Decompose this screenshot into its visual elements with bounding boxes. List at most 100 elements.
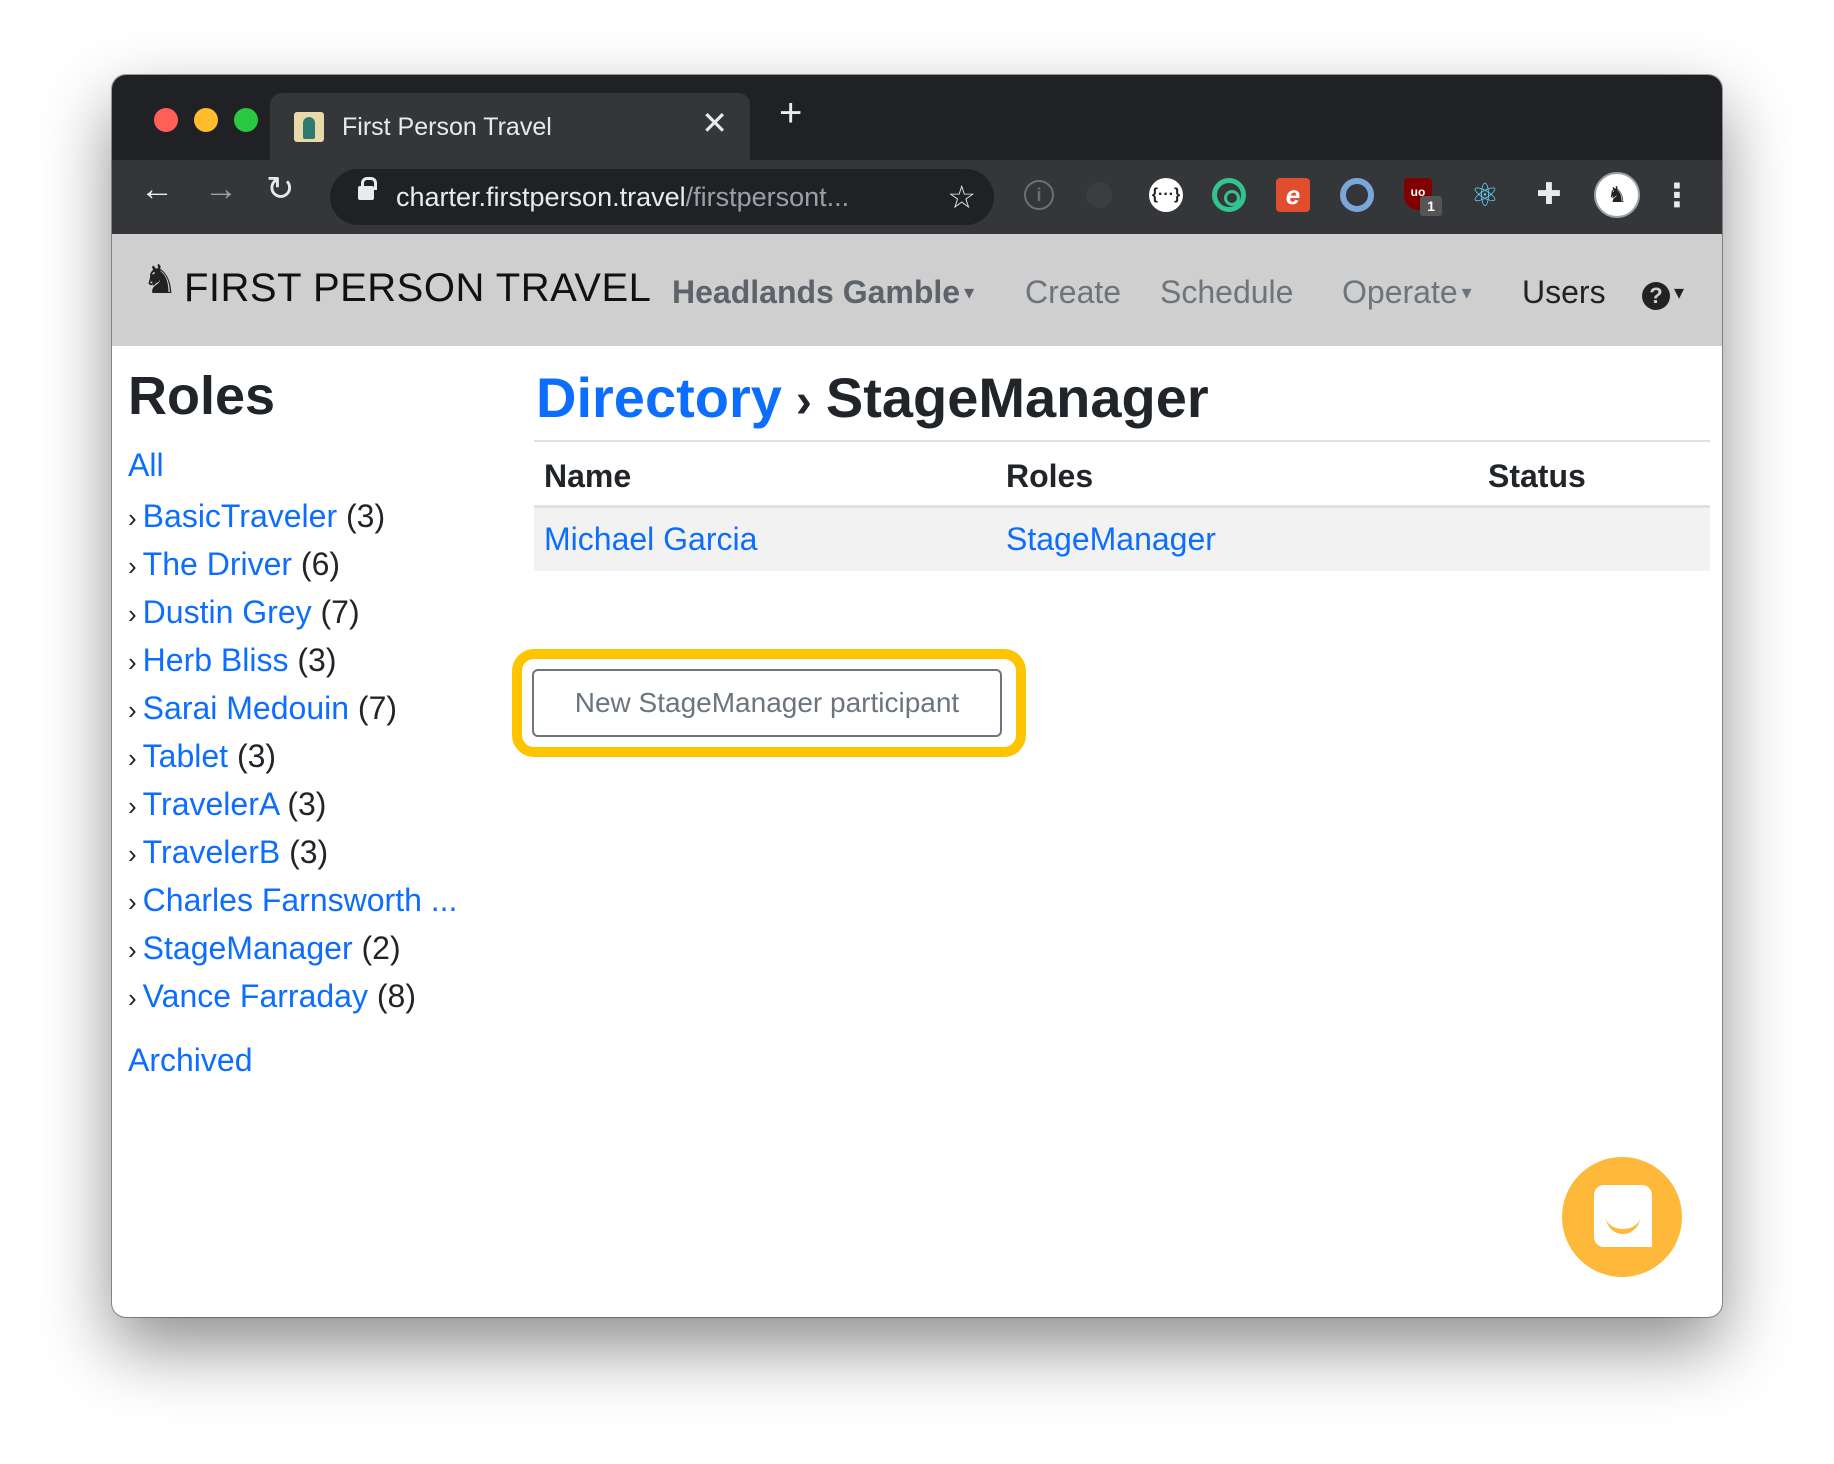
chevron-right-icon: › <box>128 599 137 629</box>
nav-schedule[interactable]: Schedule <box>1160 274 1293 311</box>
role-link[interactable]: Dustin Grey <box>143 594 312 630</box>
puzzle-extensions-icon[interactable]: ✚ <box>1532 178 1566 212</box>
tab-close-icon[interactable]: ✕ <box>701 107 728 139</box>
roles-heading: Roles <box>128 366 276 426</box>
role-item: › Sarai Medouin (7) <box>128 684 508 732</box>
chevron-right-icon: › <box>128 743 137 773</box>
participant-name-link[interactable]: Michael Garcia <box>544 521 757 557</box>
e-extension-icon[interactable]: e <box>1276 178 1310 212</box>
site-navbar: ♞ FIRST PERSON TRAVEL Headlands Gamble ▾ … <box>112 234 1722 346</box>
participant-roles-cell: StageManager <box>996 506 1478 571</box>
minimize-window-button[interactable] <box>194 108 218 132</box>
reload-icon[interactable]: ↻ <box>266 172 295 206</box>
role-link[interactable]: TravelerB <box>143 834 281 870</box>
participant-name-cell: Michael Garcia <box>534 506 996 571</box>
browser-toolbar: ← → ↻ charter.firstperson.travel/firstpe… <box>112 160 1722 234</box>
url-text[interactable]: charter.firstperson.travel/firstpersont.… <box>396 182 849 213</box>
role-count: (6) <box>300 546 341 582</box>
ublock-badge: 1 <box>1420 196 1442 216</box>
zoom-window-button[interactable] <box>234 108 258 132</box>
nav-create[interactable]: Create <box>1025 274 1121 311</box>
role-count: (3) <box>236 738 277 774</box>
help-dropdown[interactable]: ? ▾ <box>1642 274 1684 311</box>
project-dropdown[interactable]: Headlands Gamble ▾ <box>672 274 974 311</box>
role-count: (3) <box>289 834 329 870</box>
chevron-right-icon: › <box>128 791 137 821</box>
role-item: › BasicTraveler (3) <box>128 492 508 540</box>
table-header-row: Name Roles Status <box>534 442 1710 508</box>
sidebar-item-archived[interactable]: Archived <box>128 1042 508 1079</box>
nav-operate-dropdown[interactable]: Operate ▾ <box>1342 274 1472 311</box>
back-arrow-icon[interactable]: ← <box>140 172 174 206</box>
role-link[interactable]: StageManager <box>143 930 353 966</box>
breadcrumb-current: StageManager <box>825 366 1209 429</box>
url-host: charter.firstperson.travel <box>396 182 686 212</box>
participant-role-link[interactable]: StageManager <box>1006 521 1216 557</box>
close-window-button[interactable] <box>154 108 178 132</box>
lock-icon[interactable] <box>358 177 377 200</box>
braces-extension-icon[interactable]: {···} <box>1149 178 1183 212</box>
chat-icon <box>1594 1185 1652 1247</box>
nav-users[interactable]: Users <box>1522 274 1606 311</box>
url-path: /firstpersont... <box>685 182 850 212</box>
react-devtools-icon[interactable]: ⚛ <box>1468 178 1502 212</box>
role-link[interactable]: Herb Bliss <box>143 642 289 678</box>
role-count: (7) <box>357 690 398 726</box>
role-link[interactable]: Tablet <box>143 738 228 774</box>
bookmark-star-icon[interactable]: ☆ <box>947 178 976 216</box>
role-link[interactable]: Sarai Medouin <box>143 690 349 726</box>
participants-table: Name Roles Status Michael Garcia StageMa… <box>534 442 1710 571</box>
roles-sidebar: Roles All › BasicTraveler (3) › The Driver… <box>128 365 508 1079</box>
help-icon: ? <box>1642 282 1670 310</box>
page-title: Directory › StageManager <box>534 365 1710 442</box>
chevron-right-icon: › <box>128 839 137 869</box>
profile-avatar-icon[interactable]: ♞ <box>1594 172 1640 218</box>
breadcrumb-separator: › <box>795 375 812 428</box>
browser-tab[interactable]: First Person Travel ✕ <box>270 93 750 160</box>
info-icon[interactable]: i <box>1024 180 1054 210</box>
chevron-right-icon: › <box>128 983 137 1013</box>
nav-operate-label: Operate <box>1342 274 1458 310</box>
ublock-shield-icon[interactable]: uo 1 <box>1404 178 1442 216</box>
role-link[interactable]: BasicTraveler <box>143 498 337 534</box>
directory-main: Directory › StageManager Name Roles Status… <box>512 365 1710 757</box>
role-item: › TravelerB (3) <box>128 828 508 876</box>
address-bar[interactable]: charter.firstperson.travel/firstpersont.… <box>330 169 994 225</box>
role-item: › Herb Bliss (3) <box>128 636 508 684</box>
chevron-right-icon: › <box>128 887 137 917</box>
knight-logo-icon[interactable]: ♞ <box>142 260 178 300</box>
chevron-right-icon: › <box>128 935 137 965</box>
new-participant-button[interactable]: New StageManager participant <box>532 669 1002 737</box>
role-link[interactable]: Vance Farraday <box>143 978 368 1014</box>
caret-down-icon: ▾ <box>1674 282 1685 304</box>
role-link[interactable]: The Driver <box>143 546 292 582</box>
highlight-outline: New StageManager participant <box>512 649 1026 757</box>
role-count: (3) <box>297 642 337 678</box>
role-item: › Tablet (3) <box>128 732 508 780</box>
chat-launcher-button[interactable] <box>1562 1157 1682 1277</box>
new-tab-button[interactable]: + <box>779 93 802 133</box>
column-header-roles: Roles <box>996 442 1478 508</box>
role-count: (8) <box>376 978 416 1014</box>
brand-name[interactable]: FIRST PERSON TRAVEL <box>184 266 651 311</box>
tab-title: First Person Travel <box>342 113 552 141</box>
dim-extension-icon[interactable] <box>1086 182 1112 208</box>
role-item: › Charles Farnsworth ... <box>128 876 508 924</box>
chevron-right-icon: › <box>128 551 137 581</box>
role-count: (2) <box>361 930 401 966</box>
caret-down-icon: ▾ <box>964 282 975 304</box>
forward-arrow-icon[interactable]: → <box>204 172 238 206</box>
role-item: › The Driver (6) <box>128 540 508 588</box>
project-name: Headlands Gamble <box>672 274 961 310</box>
breadcrumb-directory-link[interactable]: Directory <box>536 366 782 429</box>
role-item: › Dustin Grey (7) <box>128 588 508 636</box>
role-link[interactable]: TravelerA <box>143 786 279 822</box>
tab-strip: First Person Travel ✕ + <box>112 75 1722 160</box>
ring-extension-icon[interactable] <box>1340 178 1374 212</box>
browser-menu-icon[interactable]: ⋮ <box>1660 178 1694 212</box>
role-link[interactable]: Charles Farnsworth ... <box>143 882 458 918</box>
sidebar-item-all[interactable]: All <box>128 447 508 484</box>
role-count: (3) <box>287 786 327 822</box>
target-extension-icon[interactable] <box>1212 178 1246 212</box>
caret-down-icon: ▾ <box>1461 282 1472 304</box>
